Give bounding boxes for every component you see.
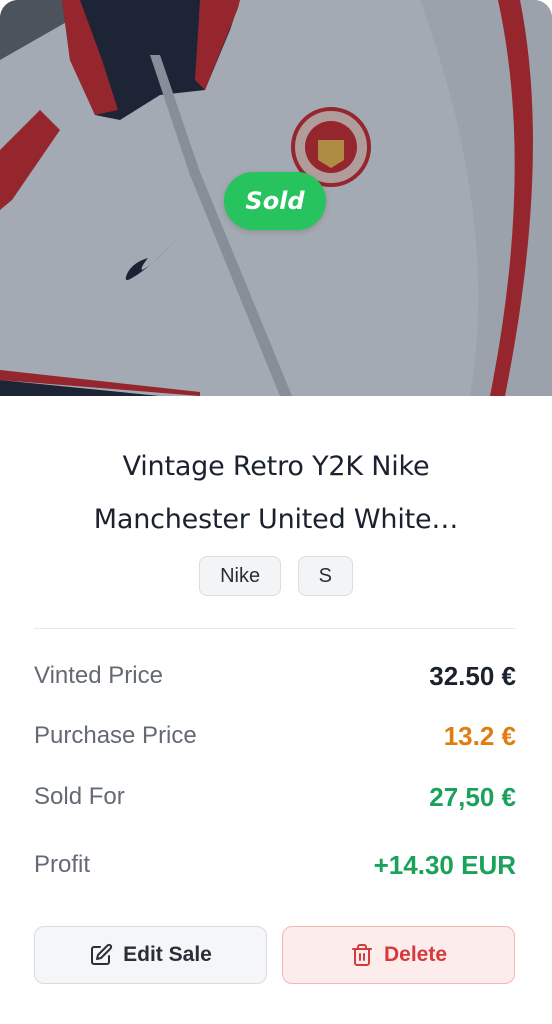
item-title-line-2: Manchester United White…: [93, 504, 459, 535]
item-tags: Nike S: [0, 556, 552, 596]
brand-tag: Nike: [199, 556, 282, 596]
sold-for-label: Sold For: [34, 783, 125, 810]
edit-sale-label: Edit Sale: [123, 943, 212, 966]
item-photo[interactable]: Sold: [0, 0, 552, 396]
item-title: Vintage Retro Y2K Nike Manchester United…: [40, 440, 512, 546]
sold-for-row: Sold For 27,50 €: [34, 777, 516, 817]
edit-sale-button[interactable]: Edit Sale: [34, 926, 267, 984]
vinted-price-value: 32.50 €: [429, 661, 516, 691]
sold-status-badge: Sold: [224, 172, 326, 230]
size-tag: S: [297, 556, 353, 596]
sale-card: Sold Vintage Retro Y2K Nike Manchester U…: [0, 0, 552, 1024]
purchase-price-row: Purchase Price 13.2 €: [34, 716, 516, 756]
sold-for-value: 27,50 €: [429, 782, 516, 812]
purchase-price-label: Purchase Price: [34, 722, 197, 749]
pencil-square-icon: [89, 943, 113, 967]
trash-icon: [350, 943, 374, 967]
vinted-price-label: Vinted Price: [34, 662, 163, 689]
divider: [34, 628, 516, 629]
profit-label: Profit: [34, 851, 91, 878]
purchase-price-value: 13.2 €: [443, 721, 516, 751]
profit-row: Profit +14.30 EUR: [34, 845, 516, 885]
item-title-line-1: Vintage Retro Y2K Nike: [122, 451, 430, 482]
delete-label: Delete: [383, 943, 448, 966]
delete-button[interactable]: Delete: [282, 926, 515, 984]
vinted-price-row: Vinted Price 32.50 €: [34, 656, 516, 696]
profit-value: +14.30 EUR: [373, 850, 516, 880]
